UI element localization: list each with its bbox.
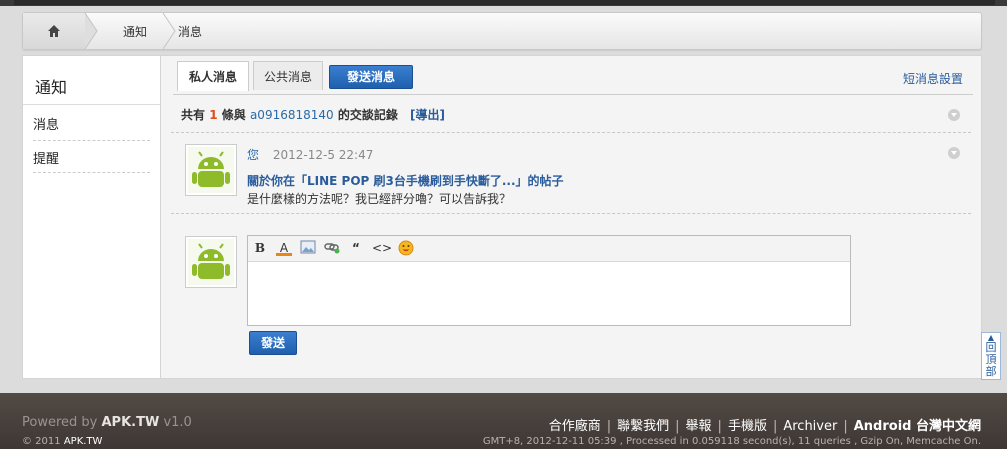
avatar[interactable] [185,236,237,288]
footer-links: 合作廠商 | 聯繫我們 | 舉報 | 手機版 | Archiver | Android 台灣中文網 [548,419,981,434]
breadcrumb-item-notice[interactable]: 通知 [123,23,147,40]
footer-link-report[interactable]: 舉報 [686,419,712,434]
android-avatar-icon [188,147,234,193]
breadcrumb-home[interactable] [23,13,86,49]
code-icon[interactable]: <> [372,240,392,256]
message-meta: 您 2012-12-5 22:47 [247,146,373,163]
message-title-link[interactable]: 關於你在「LINE POP 刷3台手機刷到手快斷了...」的帖子 [247,172,564,189]
footer-link-mobile[interactable]: 手機版 [728,419,767,434]
home-icon [48,25,60,37]
message-options-icon[interactable] [948,147,960,159]
breadcrumb-item-messages: 消息 [178,25,203,39]
tab-public-messages[interactable]: 公共消息 [253,61,323,90]
copyright: © 2011 APK.TW [22,436,102,447]
message-count: 1 [209,108,218,122]
reply-editor: B A “ <> [247,235,851,326]
sidebar-item-reminders[interactable]: 提醒 [33,148,59,167]
message-time: 2012-12-5 22:47 [272,148,374,162]
android-avatar-icon [188,239,234,285]
message-author[interactable]: 您 [247,148,259,162]
collapse-icon[interactable] [948,109,960,121]
content-area: 私人消息 公共消息 發送消息 短消息設置 共有 1 條與 a0916818140… [161,56,981,378]
footer-link-partners[interactable]: 合作廠商 [549,419,601,434]
breadcrumb: 通知 消息 [22,12,982,50]
footer-link-archiver[interactable]: Archiver [783,419,837,434]
footer-stats: GMT+8, 2012-12-11 05:39 , Processed in 0… [482,436,981,447]
top-bar [0,0,1007,6]
submit-reply-button[interactable]: 發送 [249,331,297,355]
breadcrumb-separator [85,13,98,49]
powered-by: Powered by APK.TW v1.0 [22,415,192,430]
send-message-button[interactable]: 發送消息 [329,65,413,89]
font-color-icon[interactable]: A [276,240,292,256]
divider [33,172,150,173]
divider [23,104,160,105]
divider [171,132,971,133]
export-link[interactable]: [導出] [410,108,445,122]
main-panel: 通知 消息 提醒 私人消息 公共消息 發送消息 短消息設置 共有 1 條與 a0… [22,55,982,379]
footer-link-contact[interactable]: 聯繫我們 [617,419,669,434]
conversation-summary: 共有 1 條與 a0916818140 的交談記錄 [導出] [181,106,445,123]
quote-icon[interactable]: “ [348,240,364,256]
footer-link-site[interactable]: Android 台灣中文網 [854,419,981,434]
editor-toolbar: B A “ <> [248,236,850,262]
summary-prefix: 共有 [181,108,206,122]
bold-icon[interactable]: B [252,240,268,256]
copyright-prefix: © 2011 [22,436,61,447]
avatar[interactable] [185,144,237,196]
powered-brand-link[interactable]: APK.TW [102,415,160,430]
powered-prefix: Powered by [22,415,98,430]
message-settings-link[interactable]: 短消息設置 [903,70,963,87]
conversation-user-link[interactable]: a0916818140 [250,108,334,122]
breadcrumb-separator [163,13,176,49]
copyright-brand-link[interactable]: APK.TW [64,436,103,447]
sidebar: 通知 消息 提醒 [23,56,161,378]
summary-suffix: 的交談記錄 [337,108,398,122]
divider [171,213,971,214]
smiley-icon[interactable] [398,240,414,256]
tab-divider [173,94,973,95]
divider [33,140,150,141]
summary-middle: 條與 [221,108,246,122]
footer: Powered by APK.TW v1.0 © 2011 APK.TW 合作廠… [0,393,1007,449]
link-icon[interactable] [324,240,340,256]
back-to-top-button[interactable]: ▲ 回頂部 [981,332,1001,380]
sidebar-item-messages[interactable]: 消息 [33,114,59,133]
sidebar-title: 通知 [35,78,68,97]
tab-private-messages[interactable]: 私人消息 [177,61,249,91]
message-body: 是什麼樣的方法呢？我已經評分嚕？可以告訴我？ [247,192,512,206]
image-icon[interactable] [300,240,316,256]
back-to-top-label: 回頂部 [985,341,997,378]
powered-version: v1.0 [163,415,192,430]
